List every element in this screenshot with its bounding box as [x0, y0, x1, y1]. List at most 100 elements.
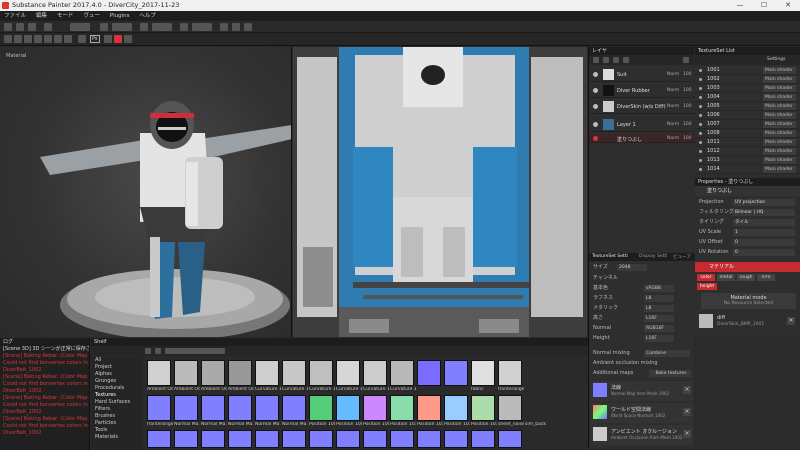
additional-map-item[interactable]: 法線 Normal Map from Mesh 1002 × — [591, 381, 693, 401]
filter-icon[interactable] — [145, 348, 151, 354]
layer-row[interactable]: Layer 1 Norm 100 — [589, 117, 695, 132]
shelf-texture-item[interactable] — [471, 360, 495, 386]
shelf-texture-item[interactable] — [363, 395, 387, 421]
projection-select[interactable]: UV projection — [733, 199, 795, 206]
fill-section-header[interactable]: 塗りつぶし — [695, 186, 800, 196]
texture-set-visible-icon[interactable] — [699, 123, 702, 126]
shelf-texture-item[interactable] — [498, 430, 522, 448]
shelf-texture-item[interactable] — [174, 430, 198, 448]
shader-select[interactable]: Main shader — [763, 76, 796, 83]
filtering-select[interactable]: Bilinear | HQ — [733, 209, 795, 216]
shelf-texture-item[interactable] — [336, 360, 360, 386]
shelf-texture-item[interactable] — [498, 360, 522, 386]
channel-format-select[interactable]: RGB16F — [644, 325, 674, 332]
settings-button[interactable]: Settings — [767, 57, 785, 62]
texture-set-row[interactable]: 1008 Main shader — [695, 129, 800, 138]
layer-blend-mode[interactable]: Norm — [667, 104, 679, 109]
shelf-texture-item[interactable] — [417, 430, 441, 448]
channel-toggle-metal[interactable]: metal — [717, 274, 735, 281]
visibility-eye-icon[interactable] — [593, 104, 598, 109]
shelf-category-tools[interactable]: Tools — [91, 427, 143, 434]
layer-blend-mode[interactable]: Norm — [667, 122, 679, 127]
channel-format-select[interactable]: L16F — [644, 335, 674, 342]
shelf-texture-item[interactable] — [228, 430, 252, 448]
shelf-texture-item[interactable] — [255, 395, 279, 421]
polygon-fill-icon[interactable] — [34, 35, 42, 43]
picker-icon[interactable] — [64, 35, 72, 43]
tab-viewer[interactable]: ビューア — [673, 254, 691, 260]
uv-offset-slider[interactable]: 0 — [733, 239, 795, 246]
texture-set-row[interactable]: 1002 Main shader — [695, 75, 800, 84]
layer-row[interactable]: Diver Rubber Norm 100 — [589, 83, 695, 98]
texture-set-visible-icon[interactable] — [699, 132, 702, 135]
shelf-texture-item[interactable] — [417, 395, 441, 421]
remove-map-close-icon[interactable]: × — [683, 386, 691, 394]
visibility-eye-icon[interactable] — [593, 122, 598, 127]
channel-format-select[interactable]: L8 — [644, 295, 674, 302]
shelf-texture-item[interactable] — [390, 395, 414, 421]
texture-set-visible-icon[interactable] — [699, 168, 702, 171]
uv-scale-slider[interactable]: 1 — [733, 229, 795, 236]
shelf-texture-item[interactable] — [147, 430, 171, 448]
texture-set-row[interactable]: 1007 Main shader — [695, 120, 800, 129]
shader-select[interactable]: Main shader — [763, 103, 796, 110]
shader-select[interactable]: Main shader — [763, 139, 796, 146]
shelf-texture-item[interactable] — [282, 430, 306, 448]
visibility-eye-icon[interactable] — [593, 88, 598, 93]
shader-select[interactable]: Main shader — [763, 121, 796, 128]
texture-set-row[interactable]: 1006 Main shader — [695, 111, 800, 120]
remove-map-close-icon[interactable]: × — [683, 430, 691, 438]
texture-set-row[interactable]: 1003 Main shader — [695, 84, 800, 93]
layer-blend-mode[interactable]: Norm — [667, 72, 679, 77]
flow-icon[interactable] — [100, 23, 108, 31]
photoshop-export-button[interactable]: Ps — [90, 35, 100, 43]
menu-file[interactable]: ファイル — [4, 13, 26, 19]
clone-icon[interactable] — [54, 35, 62, 43]
texture-set-visible-icon[interactable] — [699, 150, 702, 153]
shelf-texture-item[interactable] — [255, 430, 279, 448]
add-fill-layer-icon[interactable] — [603, 57, 609, 63]
shelf-category-procedurals[interactable]: Procedurals — [91, 385, 143, 392]
layer-opacity[interactable]: 100 — [683, 136, 692, 141]
shader-select[interactable]: Main shader — [763, 112, 796, 119]
settings-icon[interactable] — [244, 23, 252, 31]
diff-texture-thumbnail[interactable] — [699, 314, 713, 328]
menu-plugins[interactable]: Plugins — [110, 13, 130, 19]
add-mask-icon[interactable] — [613, 57, 619, 63]
channel-format-select[interactable]: L16F — [644, 315, 674, 322]
shelf-texture-item[interactable] — [363, 360, 387, 386]
texture-set-visible-icon[interactable] — [699, 69, 702, 72]
opacity-slider[interactable] — [152, 23, 172, 31]
minimize-button[interactable]: — — [730, 0, 750, 11]
remove-texture-close-icon[interactable]: × — [787, 317, 795, 325]
shader-select[interactable]: Main shader — [763, 94, 796, 101]
shelf-category-hard-surfaces[interactable]: Hard Surfaces — [91, 399, 143, 406]
shelf-category-filters[interactable]: Filters — [91, 406, 143, 413]
normal-mixing-select[interactable]: Combine — [644, 350, 690, 357]
add-folder-icon[interactable] — [623, 57, 629, 63]
layer-opacity[interactable]: 100 — [683, 72, 692, 77]
shelf-texture-item[interactable] — [309, 430, 333, 448]
shelf-texture-item[interactable] — [255, 360, 279, 386]
shelf-category-brushes[interactable]: Brushes — [91, 413, 143, 420]
shelf-texture-item[interactable] — [147, 360, 171, 386]
shelf-texture-item[interactable] — [417, 360, 441, 386]
channel-toggle-height[interactable]: height — [697, 283, 717, 290]
lazy-mouse-icon[interactable] — [232, 23, 240, 31]
channel-toggle-color[interactable]: color — [697, 274, 715, 281]
shader-select[interactable]: Main shader — [763, 85, 796, 92]
shelf-texture-item[interactable] — [390, 430, 414, 448]
channel-format-select[interactable]: sRGB8 — [644, 285, 674, 292]
close-button[interactable]: ✕ — [778, 0, 798, 11]
shader-select[interactable]: Main shader — [763, 130, 796, 137]
shelf-category-particles[interactable]: Particles — [91, 420, 143, 427]
layer-opacity[interactable]: 100 — [683, 122, 692, 127]
share-icon[interactable] — [124, 35, 132, 43]
shader-select[interactable]: Main shader — [763, 148, 796, 155]
add-layer-icon[interactable] — [593, 57, 599, 63]
paint-tool-icon[interactable] — [4, 35, 12, 43]
shelf-texture-item[interactable] — [228, 395, 252, 421]
shelf-category-all[interactable]: All — [91, 357, 143, 364]
shelf-texture-item[interactable] — [444, 360, 468, 386]
shelf-texture-item[interactable] — [471, 430, 495, 448]
